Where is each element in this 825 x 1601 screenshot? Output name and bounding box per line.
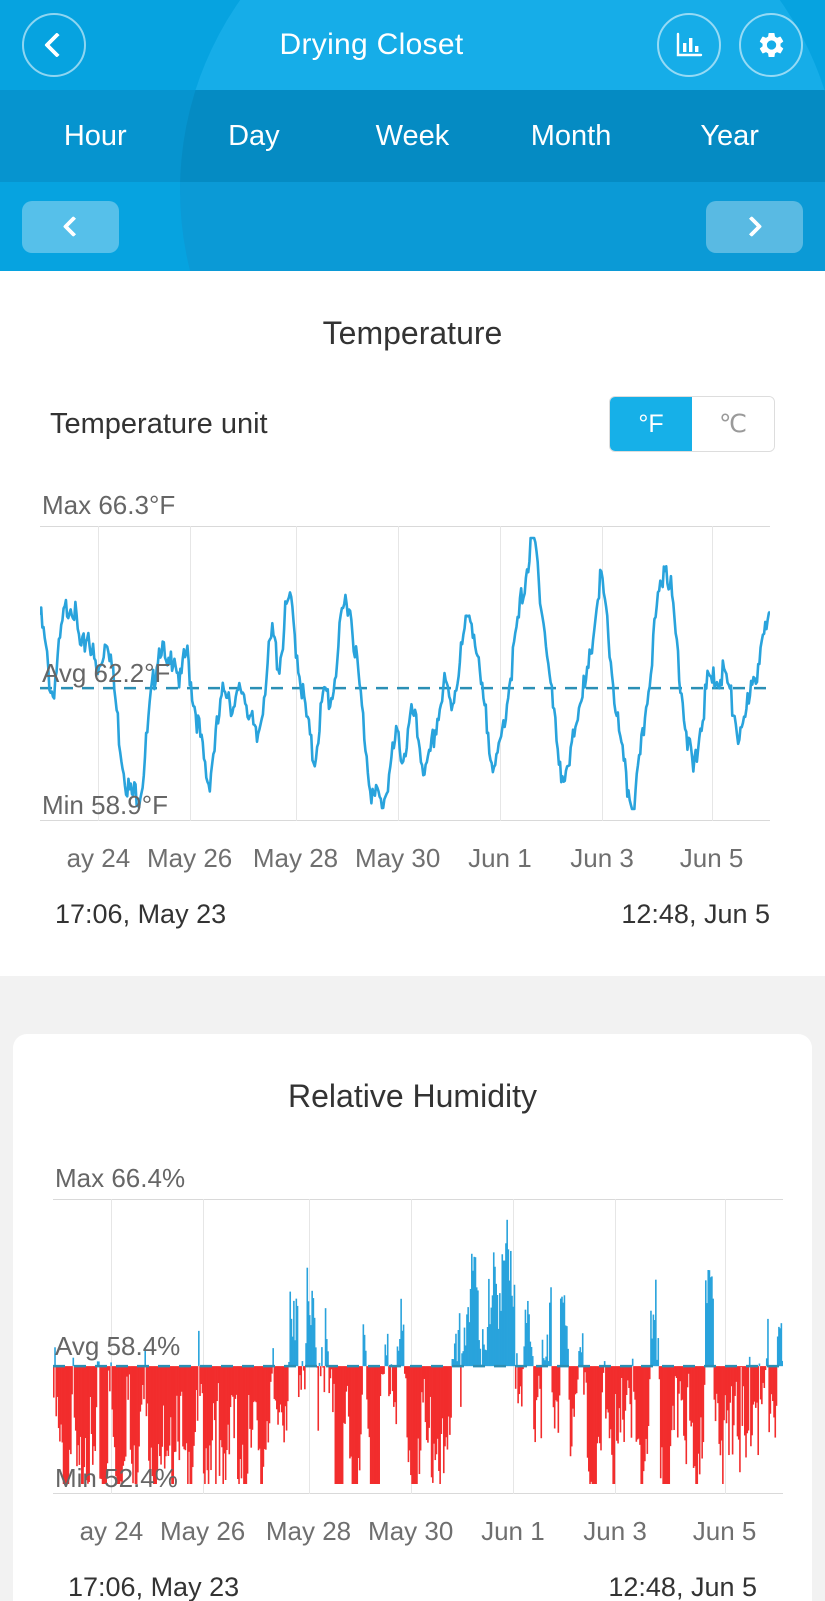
temperature-chart[interactable]: Max 66.3°F Avg 62.2°F Min 58.9°F [0, 486, 825, 841]
chevron-right-icon [741, 215, 763, 238]
x-axis-tick-label: Jun 5 [692, 1516, 757, 1546]
chevron-left-icon [44, 32, 70, 58]
back-button[interactable] [22, 13, 86, 77]
unit-option-celsius[interactable]: ℃ [692, 397, 774, 451]
temperature-x-axis: ay 24 May 26 May 28 May 30 Jun 1 Jun 3 Jun 5 [0, 843, 825, 891]
x-axis-tick-label: May 30 [368, 1516, 454, 1546]
tab-hour[interactable]: Hour [16, 120, 175, 153]
temperature-min-label: Min 58.9°F [42, 790, 169, 820]
temperature-unit-label: Temperature unit [50, 407, 268, 440]
humidity-min-label: Min 52.4% [55, 1463, 178, 1493]
gear-icon [759, 33, 784, 58]
temperature-title: Temperature [322, 315, 503, 351]
humidity-chart[interactable]: Max 66.4% Avg 58.4% Min 52.4% [13, 1159, 825, 1514]
x-axis-tick-label: Jun 3 [570, 843, 634, 873]
temperature-range-start: 17:06, May 23 [55, 899, 227, 929]
x-axis-tick-label: ay 24 [79, 1516, 144, 1546]
x-axis-tick-label: Jun 1 [481, 1516, 545, 1546]
x-axis-tick-label: May 28 [252, 843, 339, 873]
humidity-range-start: 17:06, May 23 [68, 1572, 240, 1601]
settings-button[interactable] [739, 13, 803, 77]
period-tabbar: Hour Day Week Month Year [0, 90, 825, 182]
humidity-title: Relative Humidity [288, 1078, 537, 1114]
temperature-unit-row: Temperature unit °F ℃ [0, 396, 825, 452]
stats-button[interactable] [657, 13, 721, 77]
humidity-card: Relative Humidity Max 66.4% Avg 58.4% Mi… [13, 1034, 812, 1601]
tab-month[interactable]: Month [492, 120, 651, 153]
x-axis-tick-label: May 30 [355, 843, 441, 873]
temperature-range-end: 12:48, Jun 5 [621, 899, 770, 929]
x-axis-tick-label: Jun 1 [468, 843, 532, 873]
temperature-range-footer: 17:06, May 23 12:48, Jun 5 [0, 891, 825, 930]
temperature-avg-label: Avg 62.2°F [42, 658, 171, 688]
next-period-button[interactable] [706, 200, 803, 253]
x-axis-tick-label: ay 24 [66, 843, 131, 873]
temperature-max-label: Max 66.3°F [42, 490, 176, 520]
page-title: Drying Closet [279, 28, 464, 61]
humidity-avg-label: Avg 58.4% [55, 1331, 181, 1361]
x-axis-tick-label: Jun 3 [583, 1516, 647, 1546]
temperature-unit-toggle[interactable]: °F ℃ [609, 396, 775, 452]
tab-week[interactable]: Week [333, 120, 492, 153]
card-divider [0, 976, 825, 1034]
x-axis-tick-label: May 26 [160, 1516, 246, 1546]
tab-year[interactable]: Year [650, 120, 809, 153]
bar-chart-icon [676, 32, 703, 57]
humidity-range-end: 12:48, Jun 5 [608, 1572, 757, 1601]
x-axis-tick-label: May 26 [147, 843, 233, 873]
x-axis-tick-label: May 28 [265, 1516, 352, 1546]
chevron-left-icon [62, 215, 84, 238]
humidity-x-axis: ay 24 May 26 May 28 May 30 Jun 1 Jun 3 Jun 5 [13, 1516, 825, 1564]
temperature-card: Temperature Temperature unit °F ℃ Max 66… [0, 271, 825, 976]
tab-day[interactable]: Day [175, 120, 334, 153]
humidity-range-footer: 17:06, May 23 12:48, Jun 5 [13, 1564, 812, 1601]
unit-option-fahrenheit[interactable]: °F [610, 397, 692, 451]
x-axis-tick-label: Jun 5 [679, 843, 744, 873]
humidity-max-label: Max 66.4% [55, 1163, 186, 1193]
range-nav-bar [0, 182, 825, 271]
app-header: Drying Closet [0, 0, 825, 90]
previous-period-button[interactable] [22, 200, 119, 253]
